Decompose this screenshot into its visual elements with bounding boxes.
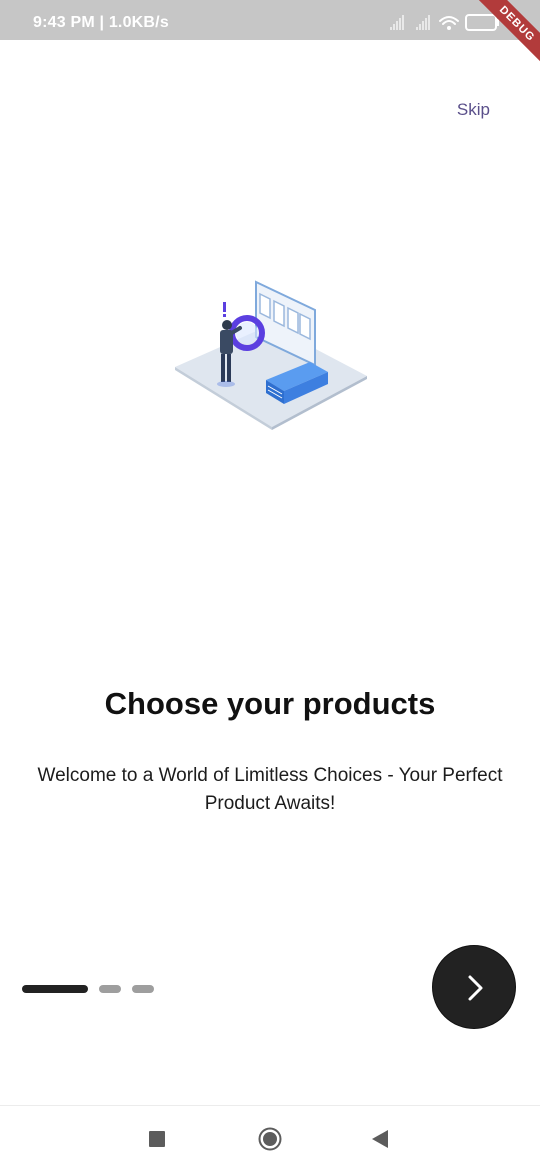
skip-button[interactable]: Skip (457, 100, 490, 120)
recent-apps-square-icon[interactable] (149, 1131, 165, 1147)
back-triangle-icon[interactable] (371, 1129, 389, 1154)
page-dot-3 (132, 985, 154, 993)
system-nav-bar (0, 1105, 540, 1170)
next-button[interactable] (432, 945, 516, 1029)
page-dot-2 (99, 985, 121, 993)
page-dot-1 (22, 985, 88, 993)
signal-wifi-battery-icon (390, 14, 499, 31)
onboarding-title: Choose your products (104, 686, 436, 721)
onboarding-illustration (170, 270, 375, 435)
onboarding-description: Welcome to a World of Limitless Choices … (37, 765, 503, 814)
home-circle-icon[interactable] (258, 1127, 282, 1156)
status-bar: 9:43 PM | 1.0KB/s (0, 0, 540, 40)
status-icons (390, 13, 510, 33)
chevron-right-icon (468, 975, 483, 1001)
status-time: 9:43 PM | 1.0KB/s (33, 14, 169, 31)
product-search-illustration-icon (175, 280, 367, 430)
